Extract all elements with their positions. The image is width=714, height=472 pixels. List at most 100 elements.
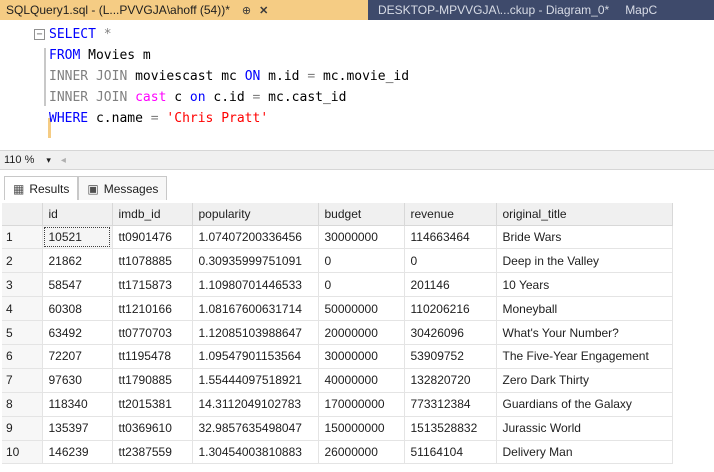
cell-id[interactable]: 21862: [42, 248, 113, 274]
column-header-popularity[interactable]: popularity: [192, 203, 319, 226]
cell-revenue[interactable]: 132820720: [404, 368, 497, 393]
column-header-id[interactable]: id: [42, 203, 113, 226]
row-number[interactable]: 5: [2, 320, 43, 345]
close-icon[interactable]: ✕: [259, 4, 268, 17]
cell-popularity[interactable]: 1.07407200336456: [192, 225, 319, 250]
cell-popularity[interactable]: 1.12085103988647: [192, 320, 319, 345]
cell-original-title[interactable]: Deep in the Valley: [496, 248, 673, 274]
column-header-original-title[interactable]: original_title: [496, 203, 673, 226]
row-number[interactable]: 9: [2, 416, 43, 441]
row-number[interactable]: 6: [2, 344, 43, 369]
cell-original-title[interactable]: Guardians of the Galaxy: [496, 392, 673, 417]
cell-revenue[interactable]: 201146: [404, 272, 497, 298]
cell-imdb-id[interactable]: tt0369610: [112, 416, 193, 441]
cell-revenue[interactable]: 114663464: [404, 225, 497, 250]
cell-popularity[interactable]: 14.3112049102783: [192, 392, 319, 417]
cell-imdb-id[interactable]: tt1210166: [112, 296, 193, 322]
cell-original-title[interactable]: What's Your Number?: [496, 320, 673, 345]
cell-budget[interactable]: 40000000: [318, 368, 405, 393]
cell-id[interactable]: 118340: [42, 392, 113, 417]
table-row[interactable]: 7 97630 tt1790885 1.55444097518921 40000000 1…: [2, 368, 673, 393]
cell-budget[interactable]: 170000000: [318, 392, 405, 417]
collapse-icon[interactable]: −: [34, 29, 45, 40]
column-header-imdb-id[interactable]: imdb_id: [112, 203, 193, 226]
cell-imdb-id[interactable]: tt0770703: [112, 320, 193, 345]
row-number[interactable]: 7: [2, 368, 43, 393]
table-row[interactable]: 8 118340 tt2015381 14.3112049102783 17000000…: [2, 392, 673, 417]
cell-id[interactable]: 60308: [42, 296, 113, 322]
pin-icon[interactable]: ⊕: [242, 4, 251, 17]
zoom-dropdown-icon[interactable]: ▾: [46, 155, 51, 166]
column-header-rownum[interactable]: [2, 203, 43, 226]
cell-budget[interactable]: 20000000: [318, 320, 405, 345]
cell-id[interactable]: 146239: [42, 440, 113, 465]
cell-original-title[interactable]: 10 Years: [496, 272, 673, 298]
table-row[interactable]: 5 63492 tt0770703 1.12085103988647 20000000 3…: [2, 320, 673, 345]
cell-imdb-id[interactable]: tt2015381: [112, 392, 193, 417]
cell-budget[interactable]: 50000000: [318, 296, 405, 322]
cell-original-title[interactable]: Bride Wars: [496, 225, 673, 250]
table-row[interactable]: 3 58547 tt1715873 1.10980701446533 0 201146 10…: [2, 272, 673, 298]
cell-id[interactable]: 58547: [42, 272, 113, 298]
cell-popularity[interactable]: 0.30935999751091: [192, 248, 319, 274]
tab-mapc[interactable]: MapC: [619, 0, 663, 20]
cell-imdb-id[interactable]: tt2387559: [112, 440, 193, 465]
scroll-left-icon[interactable]: ◂: [61, 155, 66, 166]
cell-id[interactable]: 72207: [42, 344, 113, 369]
cell-original-title[interactable]: Delivery Man: [496, 440, 673, 465]
table-row[interactable]: 6 72207 tt1195478 1.09547901153564 30000000 5…: [2, 344, 673, 369]
row-number[interactable]: 3: [2, 272, 43, 298]
cell-budget[interactable]: 0: [318, 248, 405, 274]
results-grid[interactable]: id imdb_id popularity budget revenue ori…: [2, 203, 673, 465]
cell-popularity[interactable]: 1.08167600631714: [192, 296, 319, 322]
tab-messages[interactable]: ▣ Messages: [78, 176, 168, 200]
table-row[interactable]: 10 146239 tt2387559 1.30454003810883 2600000…: [2, 440, 673, 465]
row-number[interactable]: 2: [2, 248, 43, 274]
cell-revenue[interactable]: 1513528832: [404, 416, 497, 441]
cell-budget[interactable]: 150000000: [318, 416, 405, 441]
cell-original-title[interactable]: The Five-Year Engagement: [496, 344, 673, 369]
table-row[interactable]: 9 135397 tt0369610 32.9857635498047 15000000…: [2, 416, 673, 441]
cell-revenue[interactable]: 0: [404, 248, 497, 274]
table-row[interactable]: 1 10521 tt0901476 1.07407200336456 30000000 1…: [2, 225, 673, 250]
query-editor[interactable]: − SELECT * FROM Movies m INNER JOIN movie…: [0, 20, 714, 150]
cell-revenue[interactable]: 110206216: [404, 296, 497, 322]
cell-revenue[interactable]: 51164104: [404, 440, 497, 465]
cell-revenue[interactable]: 30426096: [404, 320, 497, 345]
tab-sqlquery1[interactable]: SQLQuery1.sql - (L...PVVGJA\ahoff (54))*…: [0, 0, 368, 20]
cell-popularity[interactable]: 32.9857635498047: [192, 416, 319, 441]
row-number[interactable]: 10: [2, 440, 43, 465]
cell-popularity[interactable]: 1.09547901153564: [192, 344, 319, 369]
cell-imdb-id[interactable]: tt1715873: [112, 272, 193, 298]
column-header-revenue[interactable]: revenue: [404, 203, 497, 226]
cell-budget[interactable]: 0: [318, 272, 405, 298]
cell-imdb-id[interactable]: tt1790885: [112, 368, 193, 393]
column-header-budget[interactable]: budget: [318, 203, 405, 226]
cell-budget[interactable]: 30000000: [318, 344, 405, 369]
cell-id[interactable]: 10521: [42, 225, 113, 250]
cell-id[interactable]: 135397: [42, 416, 113, 441]
row-number[interactable]: 8: [2, 392, 43, 417]
cell-imdb-id[interactable]: tt1078885: [112, 248, 193, 274]
cell-id[interactable]: 63492: [42, 320, 113, 345]
cell-budget[interactable]: 30000000: [318, 225, 405, 250]
cell-popularity[interactable]: 1.10980701446533: [192, 272, 319, 298]
tab-results[interactable]: ▦ Results: [4, 176, 79, 200]
zoom-level[interactable]: 110 %: [4, 154, 34, 166]
cell-popularity[interactable]: 1.55444097518921: [192, 368, 319, 393]
cell-original-title[interactable]: Jurassic World: [496, 416, 673, 441]
cell-revenue[interactable]: 53909752: [404, 344, 497, 369]
cell-imdb-id[interactable]: tt0901476: [112, 225, 193, 250]
cell-revenue[interactable]: 773312384: [404, 392, 497, 417]
table-row[interactable]: 4 60308 tt1210166 1.08167600631714 50000000 1…: [2, 296, 673, 322]
row-number[interactable]: 1: [2, 225, 43, 250]
row-number[interactable]: 4: [2, 296, 43, 322]
cell-budget[interactable]: 26000000: [318, 440, 405, 465]
cell-original-title[interactable]: Zero Dark Thirty: [496, 368, 673, 393]
tab-diagram[interactable]: DESKTOP-MPVVGJA\...ckup - Diagram_0*: [368, 0, 619, 20]
cell-original-title[interactable]: Moneyball: [496, 296, 673, 322]
cell-popularity[interactable]: 1.30454003810883: [192, 440, 319, 465]
cell-id[interactable]: 97630: [42, 368, 113, 393]
table-row[interactable]: 2 21862 tt1078885 0.30935999751091 0 0 Deep in…: [2, 248, 673, 274]
cell-imdb-id[interactable]: tt1195478: [112, 344, 193, 369]
